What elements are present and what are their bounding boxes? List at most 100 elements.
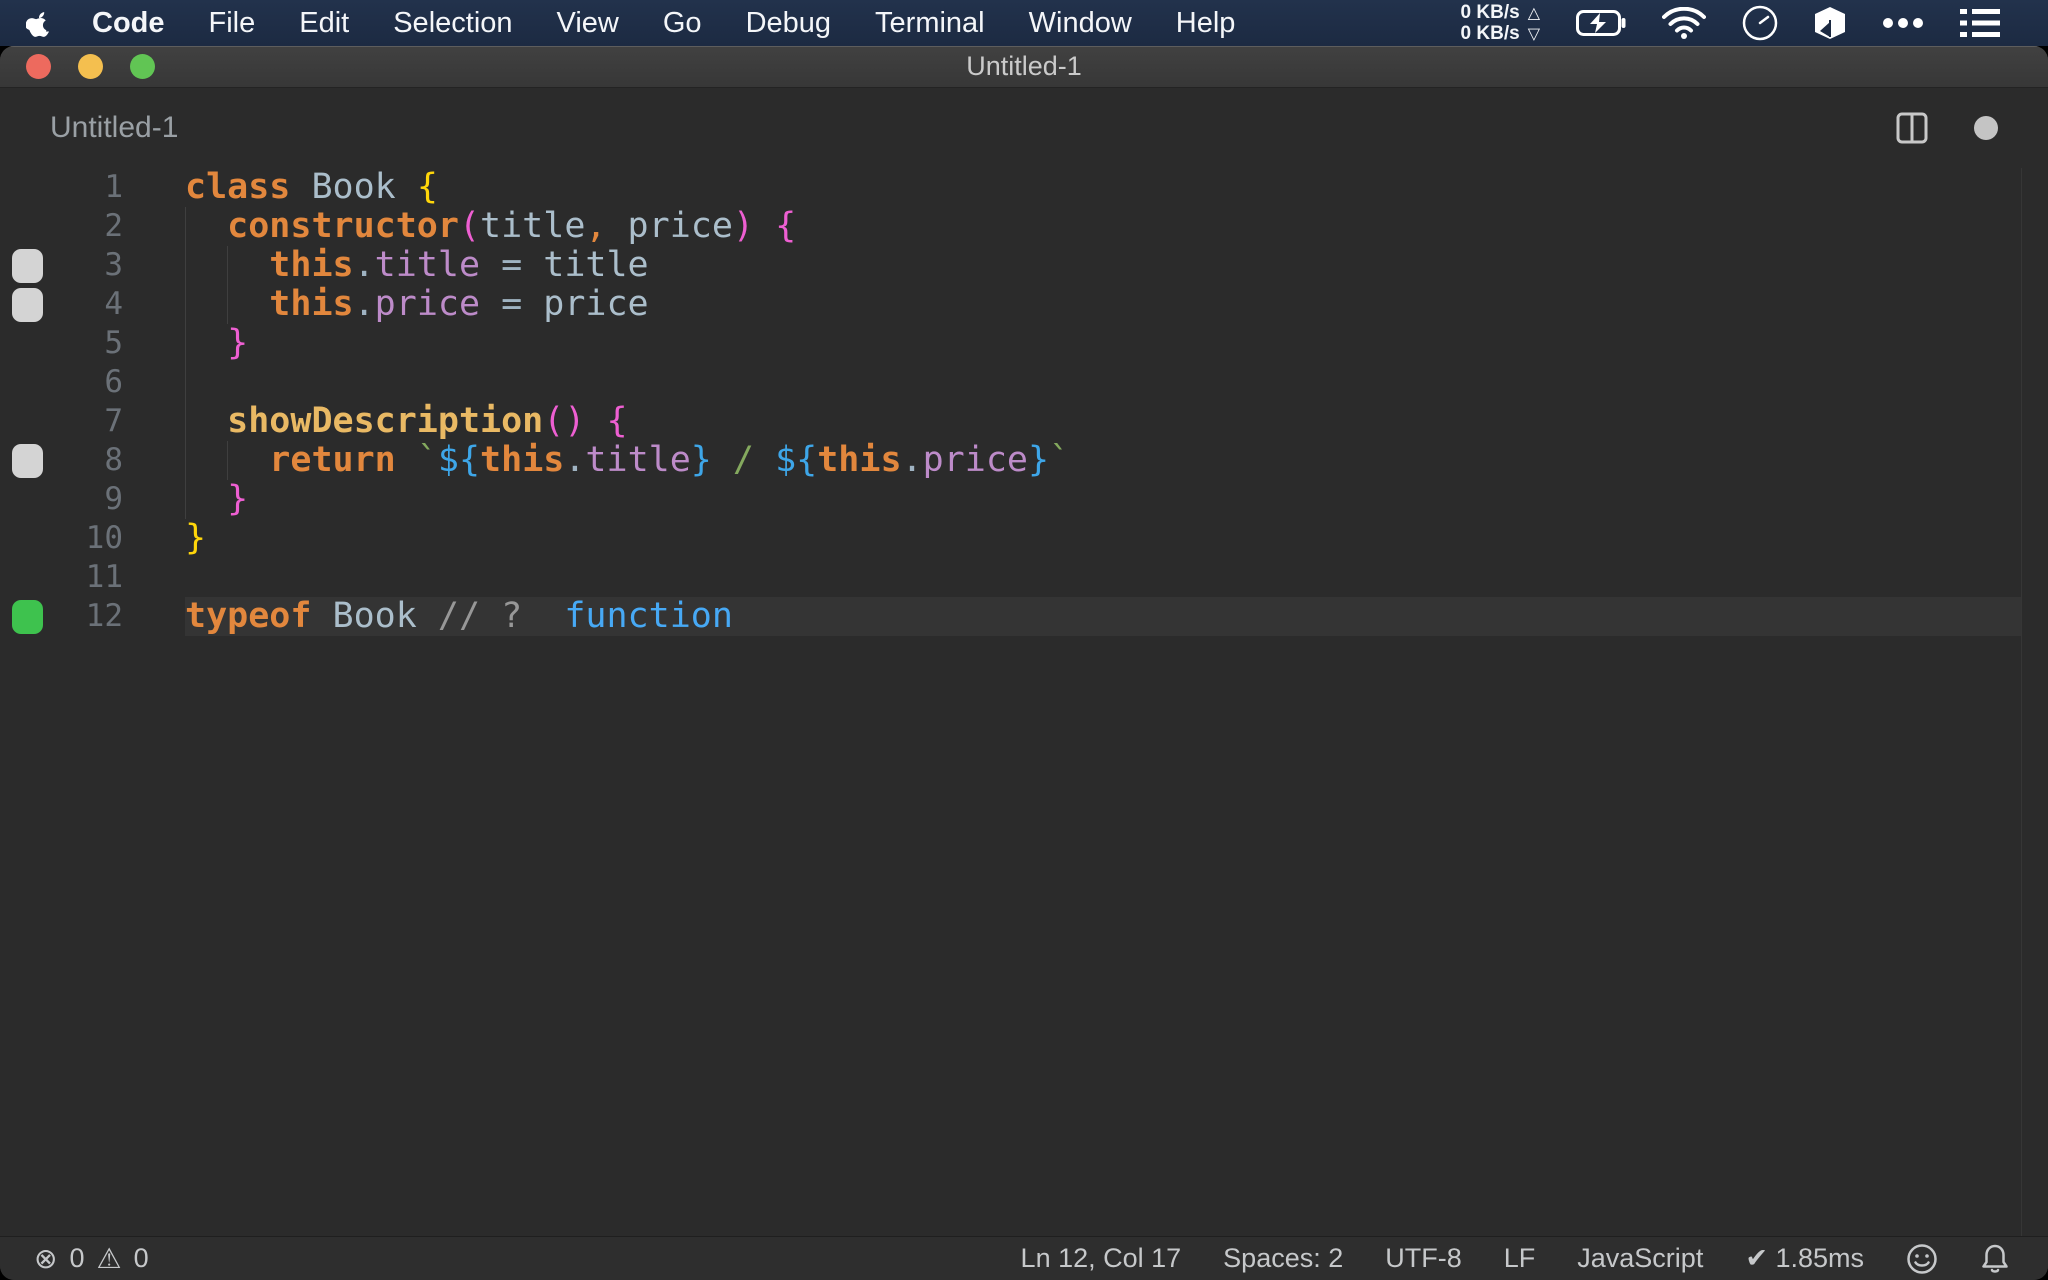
token-pink: } xyxy=(227,323,249,363)
status-quokka-run-time[interactable]: ✔ 1.85ms xyxy=(1745,1243,1864,1274)
menu-help[interactable]: Help xyxy=(1176,7,1236,40)
token-blue: } xyxy=(690,440,712,480)
menu-file[interactable]: File xyxy=(209,7,256,40)
code-line-10[interactable]: 10} xyxy=(0,519,2048,558)
status-bar: ⊗ 0 ⚠ 0 Ln 12, Col 17 Spaces: 2 UTF-8 LF Jav… xyxy=(0,1236,2048,1280)
line-number[interactable]: 6 xyxy=(104,363,123,402)
code-line-content[interactable]: constructor(title, price) { xyxy=(185,207,2022,246)
status-bar-right-items: Ln 12, Col 17 Spaces: 2 UTF-8 LF JavaScript ✔… xyxy=(1021,1243,1864,1274)
menu-selection[interactable]: Selection xyxy=(393,7,512,40)
menu-window[interactable]: Window xyxy=(1029,7,1132,40)
feedback-smiley-icon[interactable] xyxy=(1906,1243,1938,1275)
errors-count: 0 xyxy=(69,1243,85,1273)
notifications-bell-icon[interactable] xyxy=(1980,1243,2010,1275)
code-line-content[interactable]: } xyxy=(185,519,2022,558)
status-encoding[interactable]: UTF-8 xyxy=(1385,1243,1462,1274)
code-line-content[interactable]: class Book { xyxy=(185,168,2022,207)
menu-edit[interactable]: Edit xyxy=(299,7,349,40)
code-line-content[interactable]: showDescription() { xyxy=(185,402,2022,441)
code-line-4[interactable]: 4 this.price = price xyxy=(0,285,2048,324)
line-number[interactable]: 2 xyxy=(104,207,123,246)
line-number[interactable]: 5 xyxy=(104,324,123,363)
line-number[interactable]: 4 xyxy=(104,285,123,324)
token-pink: { xyxy=(775,206,797,246)
editor-tab-label[interactable]: Untitled-1 xyxy=(50,111,178,145)
token-purple: price xyxy=(922,440,1028,480)
indent-guide xyxy=(185,285,186,324)
line-number[interactable]: 12 xyxy=(86,597,123,636)
code-area[interactable]: 1 class Book {2 constructor(title, price)… xyxy=(0,168,2048,636)
close-window-button[interactable] xyxy=(26,54,51,79)
code-line-2[interactable]: 2 constructor(title, price) { xyxy=(0,207,2048,246)
code-line-content[interactable]: this.title = title xyxy=(185,246,2022,285)
code-line-5[interactable]: 5 } xyxy=(0,324,2048,363)
status-indentation[interactable]: Spaces: 2 xyxy=(1223,1243,1343,1274)
token-pink: () xyxy=(543,401,586,441)
network-speed-indicator[interactable]: 0 KB/s △ 0 KB/s ▽ xyxy=(1461,2,1540,44)
zoom-window-button[interactable] xyxy=(130,54,155,79)
code-line-content[interactable] xyxy=(185,558,2022,597)
code-line-3[interactable]: 3 this.title = title xyxy=(0,246,2048,285)
menu-terminal[interactable]: Terminal xyxy=(875,7,985,40)
wifi-icon[interactable] xyxy=(1662,7,1706,39)
line-number[interactable]: 11 xyxy=(86,558,123,597)
menu-go[interactable]: Go xyxy=(663,7,702,40)
token-blue: ${ xyxy=(437,440,481,480)
menu-app-name[interactable]: Code xyxy=(92,7,165,40)
status-eol[interactable]: LF xyxy=(1504,1243,1536,1274)
code-line-7[interactable]: 7 showDescription() { xyxy=(0,402,2048,441)
minimize-window-button[interactable] xyxy=(78,54,103,79)
code-line-content[interactable]: typeof Book // ? function xyxy=(185,597,2022,636)
editor-title-header: Untitled-1 xyxy=(0,88,2048,168)
gutter: 4 xyxy=(0,285,185,324)
gutter: 5 xyxy=(0,324,185,363)
line-number[interactable]: 9 xyxy=(104,480,123,519)
apple-menu-icon[interactable] xyxy=(26,7,52,39)
token-gold: showDescription xyxy=(227,401,544,441)
token-kw: constructor xyxy=(227,206,459,246)
split-editor-icon[interactable] xyxy=(1896,112,1928,144)
code-line-8[interactable]: 8 return `${this.title} / ${this.price}` xyxy=(0,441,2048,480)
menu-debug[interactable]: Debug xyxy=(746,7,831,40)
code-line-content[interactable] xyxy=(185,363,2022,402)
editor-body[interactable]: 1 class Book {2 constructor(title, price)… xyxy=(0,168,2048,1236)
code-line-content[interactable]: } xyxy=(185,324,2022,363)
gutter: 9 xyxy=(0,480,185,519)
line-number[interactable]: 3 xyxy=(104,246,123,285)
token-punct: . xyxy=(901,440,923,480)
token-log: function xyxy=(522,596,733,636)
more-dots-icon[interactable] xyxy=(1882,17,1924,29)
cube-app-icon[interactable] xyxy=(1814,6,1846,40)
code-line-9[interactable]: 9 } xyxy=(0,480,2048,519)
code-line-6[interactable]: 6 xyxy=(0,363,2048,402)
line-number[interactable]: 8 xyxy=(104,441,123,480)
token-purple: title xyxy=(585,440,691,480)
warnings-icon: ⚠ xyxy=(96,1242,122,1275)
code-line-content[interactable]: this.price = price xyxy=(185,285,2022,324)
code-line-content[interactable]: } xyxy=(185,480,2022,519)
code-line-1[interactable]: 1 class Book { xyxy=(0,168,2048,207)
unsaved-changes-dot-icon[interactable] xyxy=(1974,116,1998,140)
menu-view[interactable]: View xyxy=(557,7,619,40)
line-number[interactable]: 10 xyxy=(86,519,123,558)
status-cursor-position[interactable]: Ln 12, Col 17 xyxy=(1021,1243,1182,1274)
clock-icon[interactable] xyxy=(1742,5,1778,41)
line-number[interactable]: 7 xyxy=(104,402,123,441)
battery-charging-icon[interactable] xyxy=(1576,9,1626,37)
download-speed: 0 KB/s xyxy=(1460,23,1520,44)
indent-guide xyxy=(185,402,186,441)
window-title-bar[interactable]: Untitled-1 xyxy=(0,46,2048,88)
gutter: 8 xyxy=(0,441,185,480)
line-number[interactable]: 1 xyxy=(104,168,123,207)
status-language-mode[interactable]: JavaScript xyxy=(1577,1243,1703,1274)
code-line-content[interactable]: return `${this.title} / ${this.price}` xyxy=(185,441,2022,480)
code-line-11[interactable]: 11 xyxy=(0,558,2048,597)
problems-indicator[interactable]: ⊗ 0 ⚠ 0 xyxy=(0,1242,149,1275)
window-title: Untitled-1 xyxy=(966,51,1082,81)
token-comment: // ? xyxy=(437,596,523,636)
code-line-12[interactable]: 12 typeof Book // ? function xyxy=(0,597,2048,636)
list-menu-icon[interactable] xyxy=(1960,8,2000,38)
